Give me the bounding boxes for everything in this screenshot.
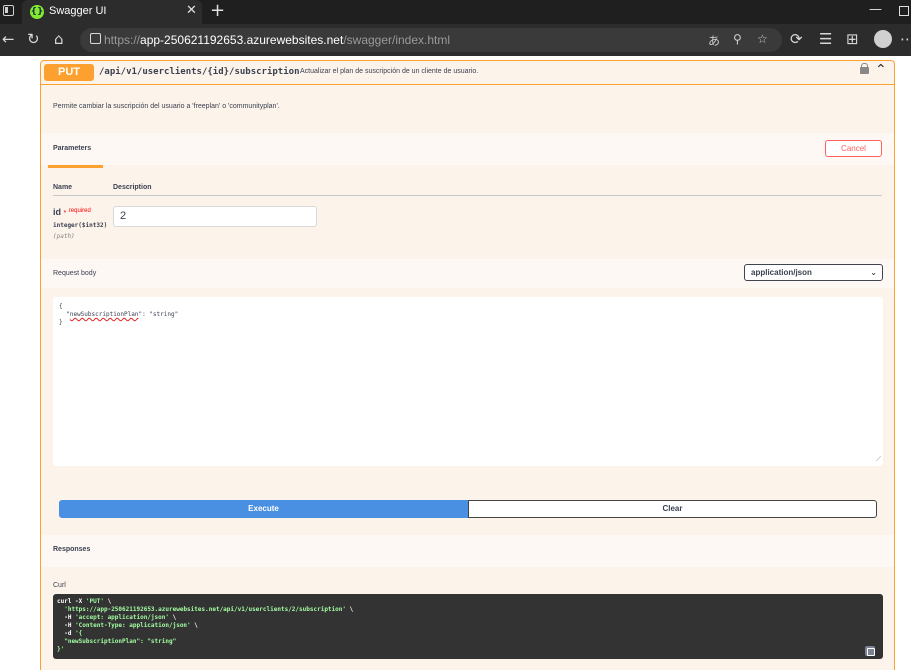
action-buttons: Execute Clear [59, 500, 877, 518]
tab-actions-icon[interactable] [3, 5, 14, 16]
cancel-button[interactable]: Cancel [825, 140, 882, 157]
more-menu-icon[interactable]: ⋯ [900, 30, 911, 48]
clear-button[interactable]: Clear [468, 500, 877, 518]
favorite-star-icon[interactable]: ☆ [757, 32, 768, 46]
header-divider [53, 195, 882, 196]
operation-description: Permite cambiar la suscripción del usuar… [53, 103, 280, 110]
refresh-icon[interactable]: ↻ [27, 30, 40, 48]
close-tab-icon[interactable]: ✕ [186, 3, 197, 18]
favorites-icon[interactable]: ☰ [819, 30, 832, 48]
column-header-name: Name [53, 184, 73, 191]
swagger-favicon-icon: {} [30, 5, 44, 19]
curl-label: Curl [53, 582, 66, 589]
site-info-icon[interactable] [90, 33, 101, 44]
new-tab-icon[interactable]: + [210, 0, 225, 21]
content-type-select[interactable]: application/json ⌄ [744, 264, 883, 281]
request-body-header: Request body application/json ⌄ [41, 259, 894, 288]
code-line: } [59, 319, 63, 326]
operation-summary-text: Actualizar el plan de suscripción de un … [300, 68, 479, 75]
maximize-window-icon[interactable] [899, 6, 909, 16]
responses-title: Responses [53, 546, 91, 553]
code-line: "newSubscriptionPlan": "string" [59, 311, 179, 318]
minimize-window-icon[interactable]: — [869, 2, 882, 17]
operation-summary[interactable]: PUT /api/v1/userclients/{id}/subscriptio… [41, 61, 894, 85]
curl-line: -H 'Content-Type: application/json' \ [57, 622, 198, 629]
profile-avatar[interactable] [874, 30, 892, 48]
curl-line: -d '{ [57, 630, 83, 637]
curl-line: 'https://app-250621192653.azurewebsites.… [64, 606, 354, 613]
tab-title: Swagger UI [49, 5, 107, 17]
authorization-lock-icon[interactable] [860, 63, 869, 74]
tab-parameters[interactable]: Parameters [53, 145, 91, 152]
browser-tab-bar: {} Swagger UI ✕ + — [0, 0, 911, 24]
collections-icon[interactable]: ⊞ [846, 30, 859, 48]
chevron-down-icon: ⌄ [870, 268, 877, 277]
id-input[interactable]: 2 [113, 206, 317, 227]
operation-path: /api/v1/userclients/{id}/subscription [99, 67, 300, 77]
zoom-icon[interactable]: ⚲ [733, 32, 742, 46]
parameters-tab-indicator [48, 165, 103, 168]
param-name: id * required [53, 207, 91, 217]
curl-line: "newSubscriptionPlan": "string" [57, 638, 177, 645]
operation-block: PUT /api/v1/userclients/{id}/subscriptio… [40, 60, 895, 670]
resize-handle-icon[interactable]: ⟋ [876, 456, 881, 464]
param-location: (path) [53, 233, 75, 240]
http-method-badge: PUT [44, 64, 94, 81]
curl-line: -H 'accept: application/json' \ [57, 614, 177, 621]
swagger-page: PUT /api/v1/userclients/{id}/subscriptio… [0, 56, 911, 670]
column-header-description: Description [113, 184, 152, 191]
copy-to-clipboard-icon[interactable] [865, 646, 875, 656]
browser-toolbar: ← ↻ ⌂ https://app-250621192653.azurewebs… [0, 24, 911, 56]
parameters-header: Parameters Cancel [41, 133, 894, 168]
url-text[interactable]: https://app-250621192653.azurewebsites.n… [104, 33, 450, 47]
curl-command-box: curl -X 'PUT' \ 'https://app-25062119265… [53, 594, 883, 659]
curl-line: curl -X 'PUT' \ [57, 598, 112, 605]
back-arrow-icon[interactable]: ← [2, 30, 15, 48]
browser-tab[interactable]: {} Swagger UI ✕ [22, 0, 202, 24]
curl-line: }' [57, 646, 65, 653]
execute-button[interactable]: Execute [59, 500, 468, 518]
code-line: { [59, 303, 63, 310]
request-body-title: Request body [53, 270, 97, 277]
extensions-icon[interactable]: ⟳ [790, 30, 803, 48]
responses-header: Responses [41, 535, 894, 567]
request-body-editor[interactable]: { "newSubscriptionPlan": "string" } ⟋ [53, 297, 883, 466]
chevron-up-icon[interactable]: ⌃ [875, 62, 887, 78]
home-icon[interactable]: ⌂ [54, 30, 64, 48]
param-type: integer($int32) [53, 222, 108, 229]
read-aloud-icon[interactable]: あ [708, 32, 720, 49]
address-bar[interactable]: https://app-250621192653.azurewebsites.n… [80, 28, 782, 52]
